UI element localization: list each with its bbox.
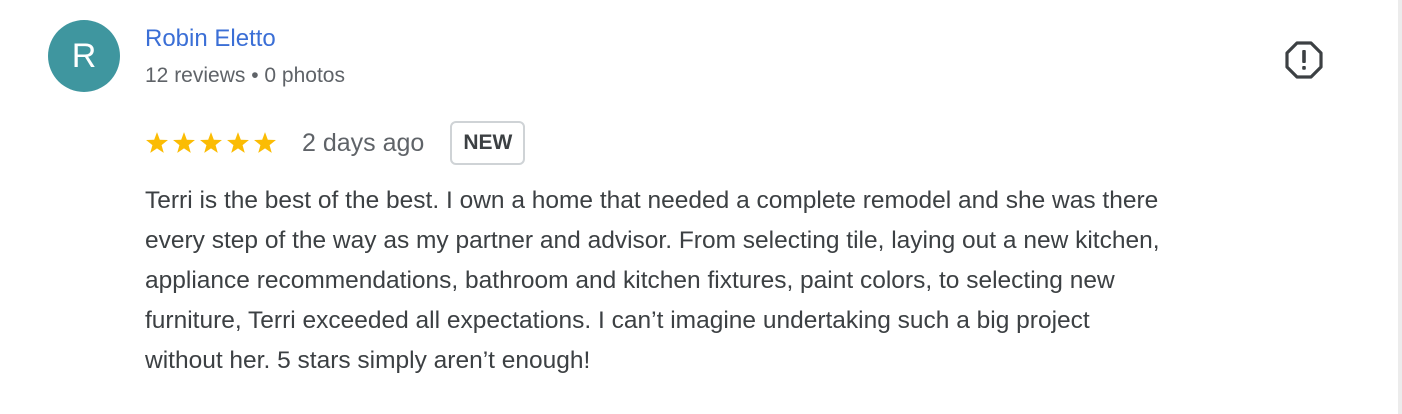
rating-row: 2 days ago NEW bbox=[145, 121, 526, 165]
review-text-line: furniture, Terri exceeded all expectatio… bbox=[145, 307, 1090, 334]
reviewer-name-link[interactable]: Robin Eletto bbox=[145, 24, 276, 54]
star-icon bbox=[200, 132, 222, 153]
review-text: Terri is the best of the best. I own a h… bbox=[145, 181, 1385, 381]
review-text-line: without her. 5 stars simply aren’t enoug… bbox=[145, 347, 591, 374]
review-text-line: appliance recommendations, bathroom and … bbox=[145, 267, 1115, 294]
star-icon bbox=[173, 132, 195, 153]
report-review-button[interactable] bbox=[1284, 40, 1324, 80]
star-icon bbox=[254, 132, 276, 153]
review-text-line: Terri is the best of the best. I own a h… bbox=[145, 187, 1159, 214]
report-flag-icon bbox=[1285, 41, 1323, 79]
star-rating bbox=[145, 131, 277, 155]
new-badge: NEW bbox=[450, 121, 526, 165]
page-edge-divider bbox=[1398, 0, 1402, 414]
reviewer-meta: 12 reviews • 0 photos bbox=[145, 64, 345, 87]
star-icon bbox=[146, 132, 168, 153]
star-icon bbox=[227, 132, 249, 153]
avatar[interactable]: R bbox=[48, 20, 120, 92]
review-text-line: every step of the way as my partner and … bbox=[145, 227, 1160, 254]
review-date: 2 days ago bbox=[302, 128, 425, 157]
